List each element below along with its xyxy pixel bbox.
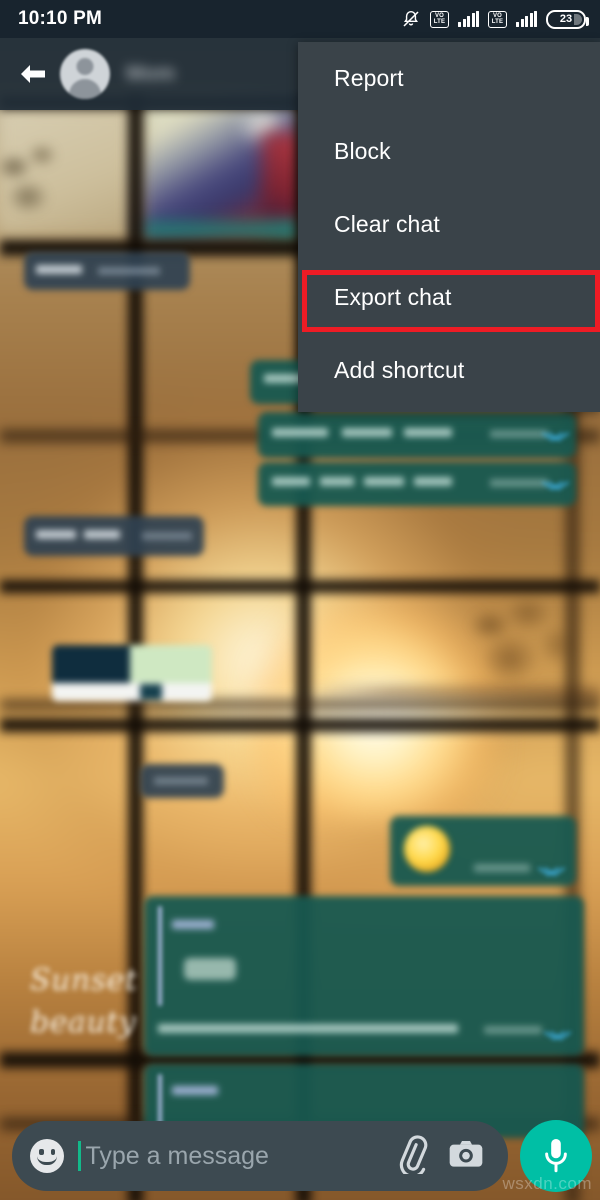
battery-icon: 23 — [546, 9, 589, 29]
message-bubble-incoming[interactable] — [140, 764, 224, 798]
phone-screen: Sunset beauty 10:10 PM VO LTE VO LTE 23 … — [0, 0, 600, 1200]
status-bar-clock: 10:10 PM — [18, 8, 102, 29]
message-input-bar: Type a message — [0, 1112, 600, 1200]
volte-label-bottom: LTE — [491, 19, 504, 25]
message-input-placeholder[interactable]: Type a message — [86, 1142, 375, 1171]
volte-icon: VO LTE — [488, 10, 507, 28]
menu-item-label: Report — [334, 65, 404, 91]
camera-icon[interactable] — [446, 1134, 486, 1179]
overflow-menu: Report Block Clear chat Export chat Add … — [298, 42, 600, 412]
message-bubble-incoming[interactable] — [24, 252, 190, 290]
text-cursor — [78, 1141, 81, 1171]
bell-muted-icon — [401, 9, 421, 29]
read-receipt-icon — [546, 476, 566, 487]
status-bar-icons: VO LTE VO LTE 23 — [401, 9, 589, 29]
quote-accent-bar — [158, 906, 162, 1006]
smiley-icon[interactable] — [30, 1139, 64, 1173]
message-bubble-outgoing[interactable] — [258, 412, 576, 458]
menu-item-label: Block — [334, 138, 391, 164]
battery-level-label: 23 — [559, 13, 573, 25]
menu-item-clear-chat[interactable]: Clear chat — [298, 188, 600, 261]
avatar[interactable] — [60, 49, 110, 99]
message-bubble-outgoing[interactable] — [258, 462, 576, 506]
message-bubble-outgoing-quoted[interactable] — [144, 896, 584, 1056]
back-arrow-icon[interactable] — [10, 51, 56, 97]
menu-item-export-chat[interactable]: Export chat — [298, 261, 600, 334]
menu-item-label: Clear chat — [334, 211, 440, 237]
message-input-pill[interactable]: Type a message — [12, 1121, 508, 1191]
menu-item-report[interactable]: Report — [298, 42, 600, 115]
sun-emoji — [404, 826, 450, 872]
volte-icon: VO LTE — [430, 10, 449, 28]
menu-item-label: Export chat — [334, 284, 452, 310]
paperclip-icon[interactable] — [390, 1134, 430, 1179]
microphone-icon[interactable] — [520, 1120, 592, 1192]
message-bubble-incoming[interactable] — [24, 516, 204, 556]
signal-bars-icon — [516, 11, 537, 27]
read-receipt-icon — [542, 862, 562, 873]
status-bar: 10:10 PM VO LTE VO LTE 23 — [0, 0, 600, 38]
signal-bars-icon — [458, 11, 479, 27]
volte-label-bottom: LTE — [433, 19, 446, 25]
message-bubble-link-preview[interactable] — [52, 645, 212, 701]
contact-name[interactable]: Mom — [126, 62, 175, 86]
menu-item-label: Add shortcut — [334, 357, 465, 383]
menu-item-block[interactable]: Block — [298, 115, 600, 188]
read-receipt-icon — [546, 427, 566, 438]
menu-item-add-shortcut[interactable]: Add shortcut — [298, 334, 600, 407]
read-receipt-icon — [548, 1026, 568, 1037]
